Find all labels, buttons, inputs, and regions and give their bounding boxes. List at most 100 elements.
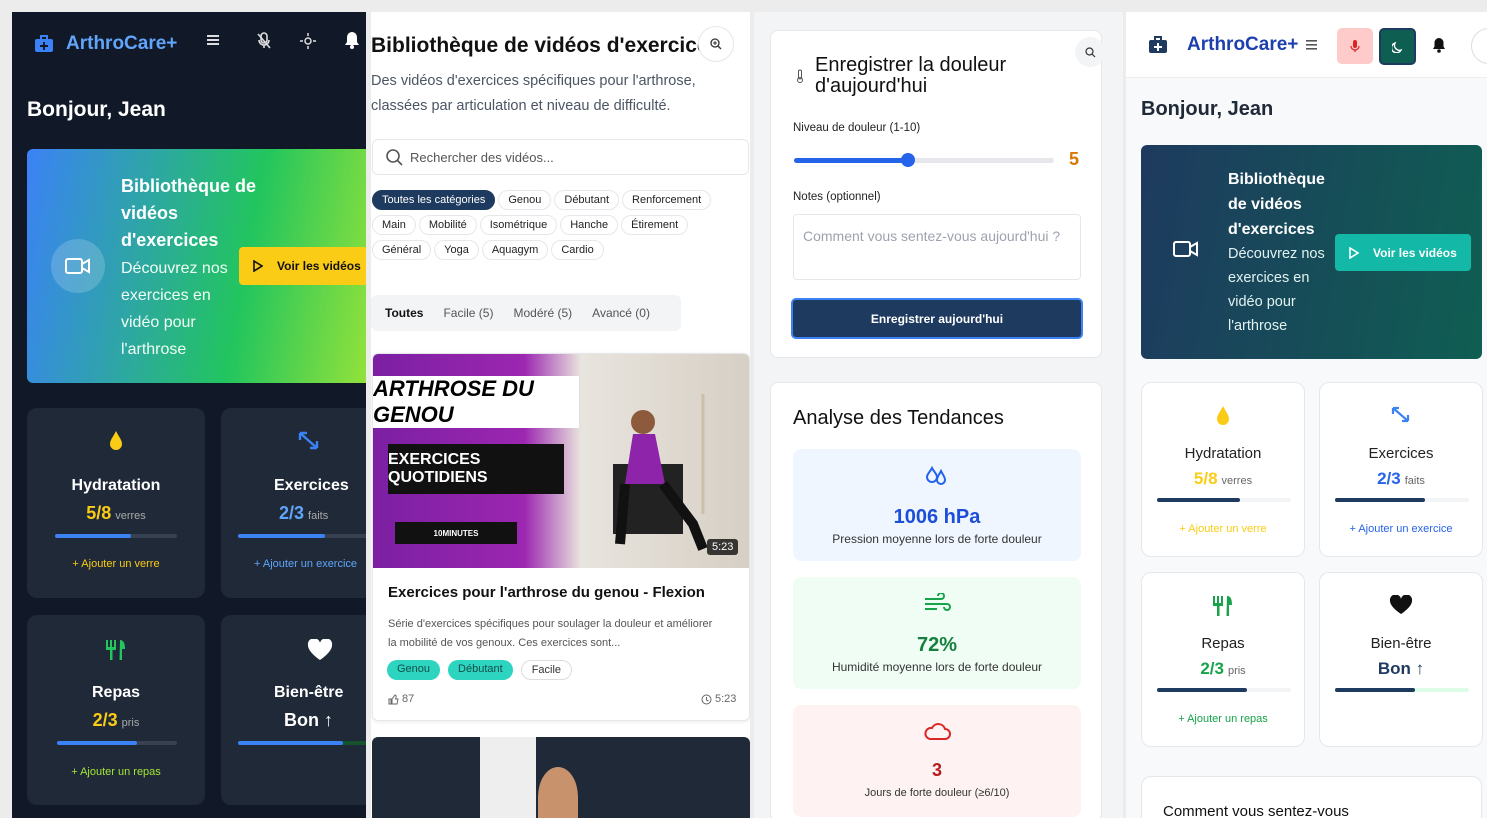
add-glass-link[interactable]: + Ajouter un verre xyxy=(1142,523,1304,535)
profile-avatar[interactable] xyxy=(1471,28,1487,64)
water-drop-icon xyxy=(1142,405,1304,427)
category-chip[interactable]: Toutes les catégories xyxy=(372,190,496,210)
likes-count: 87 xyxy=(402,693,415,705)
card-title: Repas xyxy=(1201,635,1245,652)
bell-icon[interactable] xyxy=(1432,37,1446,53)
trends-card: Analyse des Tendances 1006 hPa Pression … xyxy=(770,382,1102,818)
banner-title: Bibliothèque de vidéos d'exercices xyxy=(121,176,256,250)
search-input[interactable]: Rechercher des vidéos... xyxy=(372,139,749,175)
tag: Genou xyxy=(387,660,441,680)
moon-icon[interactable] xyxy=(1379,28,1416,65)
pain-level-label: Niveau de douleur (1-10) xyxy=(793,122,921,134)
video-card[interactable]: ARTHROSE DU GENOU EXERCICES QUOTIDIENS 1… xyxy=(372,353,750,721)
card-value: 2/3 faits xyxy=(1377,469,1425,488)
pain-slider[interactable] xyxy=(794,153,1054,167)
bell-icon[interactable] xyxy=(344,31,360,49)
zoom-button[interactable] xyxy=(1075,37,1105,67)
category-chip[interactable]: Général xyxy=(372,240,432,260)
category-chip[interactable]: Renforcement xyxy=(622,190,712,210)
humidity-stat: 72% Humidité moyenne lors de forte doule… xyxy=(793,577,1081,689)
video-thumbnail[interactable]: ARTHROSE DU GENOU EXERCICES QUOTIDIENS 1… xyxy=(373,354,749,568)
sun-icon[interactable] xyxy=(300,33,316,49)
add-meal-link[interactable]: + Ajouter un repas xyxy=(1142,713,1304,725)
meals-card: Repas 2/3 pris + Ajouter un repas xyxy=(1141,572,1305,747)
card-value: 2/3 pris xyxy=(92,710,140,730)
hydration-card: Hydratation 5/8 verres + Ajouter un verre xyxy=(1141,382,1305,557)
play-icon xyxy=(1349,246,1359,259)
category-chip[interactable]: Cardio xyxy=(551,240,604,260)
category-chip[interactable]: Main xyxy=(372,215,416,235)
category-chip[interactable]: Étirement xyxy=(621,215,689,235)
thermometer-icon xyxy=(796,69,804,83)
menu-icon[interactable] xyxy=(1306,40,1318,50)
meals-card: Repas 2/3 pris + Ajouter un repas xyxy=(27,615,205,805)
app-brand[interactable]: ArthroCare+ xyxy=(1187,34,1298,56)
tab-advanced[interactable]: Avancé (0) xyxy=(592,306,650,320)
view-videos-button[interactable]: Voir les vidéos xyxy=(239,247,366,285)
pain-days-label: Jours de forte douleur (≥6/10) xyxy=(864,787,1010,799)
light-dashboard-panel: ArthroCare+ Bonjour, Jean Bibliothèque d… xyxy=(1126,12,1487,818)
tab-moderate[interactable]: Modéré (5) xyxy=(513,306,572,320)
app-brand[interactable]: ArthroCare+ xyxy=(66,33,177,55)
add-glass-link[interactable]: + Ajouter un verre xyxy=(27,558,205,570)
video-library-panel: Bibliothèque de vidéos d'exercices Des v… xyxy=(371,12,750,818)
card-title: Exercices xyxy=(1368,445,1434,462)
category-chip[interactable]: Yoga xyxy=(434,240,479,260)
category-chip[interactable]: Hanche xyxy=(560,215,619,235)
pressure-label: Pression moyenne lors de forte douleur xyxy=(832,532,1042,546)
dark-dashboard-panel: ArthroCare+ Bonjour, Jean Bibliothèque d… xyxy=(12,12,366,818)
pain-level-value: 5 xyxy=(1069,149,1080,169)
category-chip[interactable]: Aquagym xyxy=(481,240,549,260)
category-chip[interactable]: Débutant xyxy=(554,190,620,210)
card-title: Repas xyxy=(91,684,141,701)
mic-off-icon[interactable] xyxy=(256,32,272,50)
progress-track xyxy=(57,741,177,745)
card-title: Bien-être xyxy=(274,684,344,701)
pressure-stat: 1006 hPa Pression moyenne lors de forte … xyxy=(793,449,1081,561)
video-library-banner[interactable]: Bibliothèque de vidéos d'exercices Décou… xyxy=(1141,145,1482,359)
progress-track xyxy=(1157,498,1291,502)
progress-track xyxy=(1157,688,1291,692)
medical-kit-icon xyxy=(34,35,54,53)
add-exercise-link[interactable]: + Ajouter un exercice xyxy=(221,558,366,570)
medical-kit-icon xyxy=(1148,35,1168,54)
category-chip[interactable]: Genou xyxy=(498,190,552,210)
thumbs-up-icon xyxy=(388,693,399,705)
wellbeing-card: Bien-être Bon ↑ xyxy=(221,615,366,805)
zoom-button[interactable] xyxy=(698,26,734,62)
slider-thumb[interactable] xyxy=(901,153,916,167)
thumb-title: ARTHROSE DU GENOU xyxy=(373,376,579,428)
tab-all[interactable]: Toutes xyxy=(385,306,423,320)
humidity-value: 72% xyxy=(916,634,958,656)
banner-description: Découvrez nos exercices en vidéo pour l'… xyxy=(121,260,228,358)
greeting: Bonjour, Jean xyxy=(27,98,166,121)
humidity-label: Humidité moyenne lors de forte douleur xyxy=(831,660,1043,674)
notes-textarea[interactable]: Comment vous sentez-vous aujourd'hui ? xyxy=(793,214,1081,280)
progress-track xyxy=(1335,498,1469,502)
card-value: 5/8 verres xyxy=(86,503,146,523)
card-value: Bon ↑ xyxy=(1377,659,1425,678)
video-card-2-thumbnail[interactable] xyxy=(372,737,750,818)
add-meal-link[interactable]: + Ajouter un repas xyxy=(27,766,205,778)
card-title: Hydratation xyxy=(71,477,161,494)
menu-icon[interactable] xyxy=(207,34,221,46)
view-videos-button[interactable]: Voir les vidéos xyxy=(1335,234,1471,271)
mic-icon[interactable] xyxy=(1337,28,1373,64)
water-drop-icon xyxy=(27,430,205,452)
add-exercise-link[interactable]: + Ajouter un exercice xyxy=(1320,523,1482,535)
exercises-card: Exercices 2/3 faits + Ajouter un exercice xyxy=(1319,382,1483,557)
mood-card: Comment vous sentez-vous xyxy=(1141,776,1482,818)
banner-description: Découvrez nos exercices en vidéo pour l'… xyxy=(1228,246,1325,334)
save-today-button[interactable]: Enregistrer aujourd'hui xyxy=(791,298,1083,339)
card-value: 2/3 pris xyxy=(1200,659,1246,678)
category-filters: Toutes les catégories Genou Débutant Renfor… xyxy=(372,190,744,265)
likes[interactable]: 87 xyxy=(388,693,414,705)
hydration-card: Hydratation 5/8 verres + Ajouter un verre xyxy=(27,408,205,598)
video-library-banner[interactable]: Bibliothèque de vidéos d'exercices Décou… xyxy=(27,149,366,383)
category-chip[interactable]: Isométrique xyxy=(479,215,558,235)
utensils-icon xyxy=(27,639,205,661)
category-chip[interactable]: Mobilité xyxy=(418,215,477,235)
tab-easy[interactable]: Facile (5) xyxy=(443,306,493,320)
zoom-in-icon xyxy=(710,38,722,50)
progress-track xyxy=(238,741,366,745)
